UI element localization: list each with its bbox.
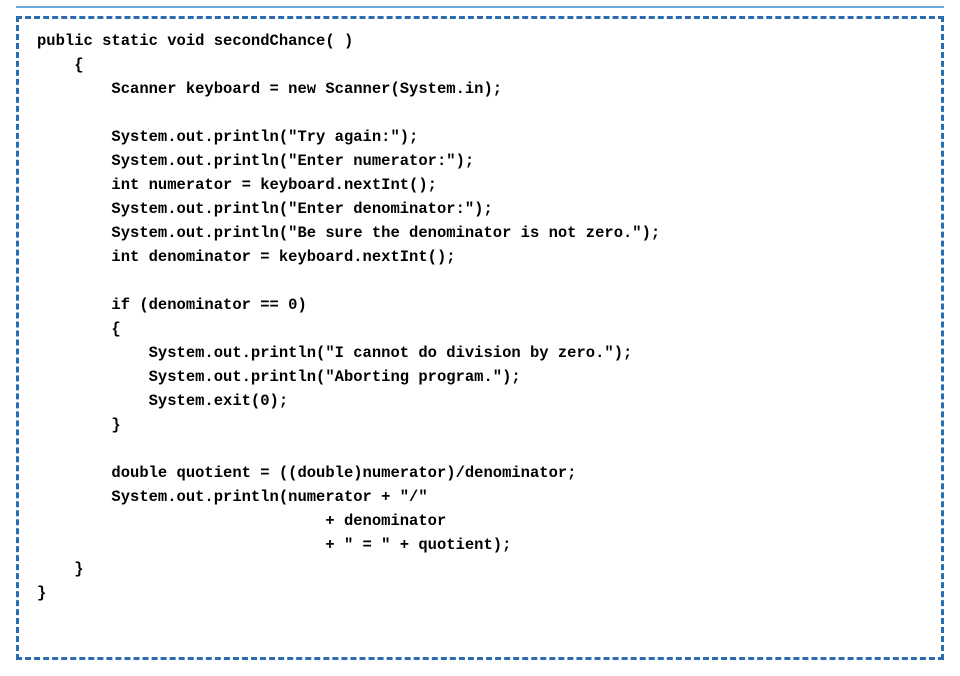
top-border-line: [16, 6, 944, 8]
code-block: public static void secondChance( ) { Sca…: [37, 29, 923, 605]
code-box: public static void secondChance( ) { Sca…: [16, 16, 944, 660]
